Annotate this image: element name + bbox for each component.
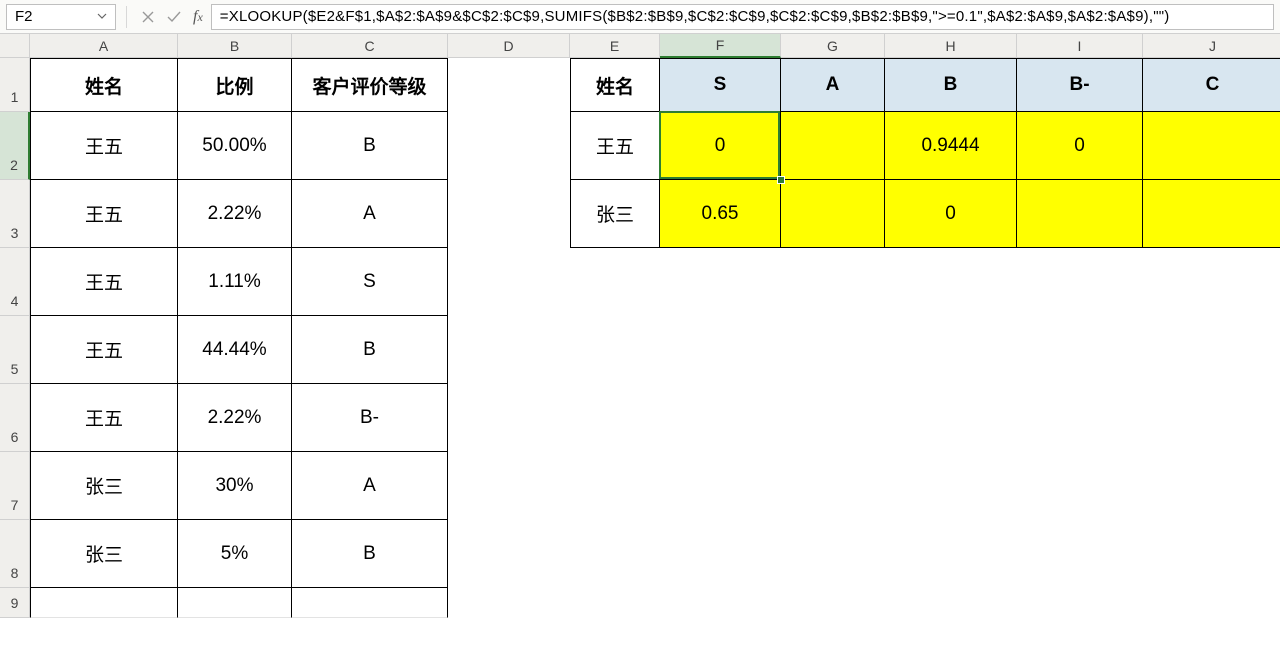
cell-B9[interactable] (178, 588, 292, 618)
cell-G2[interactable] (781, 112, 885, 180)
col-header-G[interactable]: G (781, 34, 885, 58)
cell-I3[interactable] (1017, 180, 1143, 248)
cell-H3[interactable]: 0 (885, 180, 1017, 248)
fx-icon[interactable]: fx (189, 8, 207, 26)
col-header-A[interactable]: A (30, 34, 178, 58)
row-header-9[interactable]: 9 (0, 588, 30, 618)
row-header-3[interactable]: 3 (0, 180, 30, 248)
cell-G3[interactable] (781, 180, 885, 248)
col-header-E[interactable]: E (570, 34, 660, 58)
cell-A7[interactable]: 张三 (30, 452, 178, 520)
spreadsheet-grid[interactable]: ABCDEFGHIJ 123456789 姓名比例客户评价等级王五50.00%B… (0, 34, 1280, 649)
col-header-D[interactable]: D (448, 34, 570, 58)
cell-C1[interactable]: 客户评价等级 (292, 58, 448, 112)
column-headers: ABCDEFGHIJ (30, 34, 1280, 58)
cell-B4[interactable]: 1.11% (178, 248, 292, 316)
cell-A2[interactable]: 王五 (30, 112, 178, 180)
cell-J1[interactable]: C (1143, 58, 1280, 112)
cell-E1[interactable]: 姓名 (570, 58, 660, 112)
cell-A1[interactable]: 姓名 (30, 58, 178, 112)
row-header-4[interactable]: 4 (0, 248, 30, 316)
cell-C4[interactable]: S (292, 248, 448, 316)
cell-J2[interactable] (1143, 112, 1280, 180)
cell-H2[interactable]: 0.9444 (885, 112, 1017, 180)
cancel-icon[interactable] (137, 6, 159, 28)
separator (126, 6, 127, 28)
row-header-5[interactable]: 5 (0, 316, 30, 384)
cell-H1[interactable]: B (885, 58, 1017, 112)
cell-A4[interactable]: 王五 (30, 248, 178, 316)
cell-C6[interactable]: B- (292, 384, 448, 452)
cell-E2[interactable]: 王五 (570, 112, 660, 180)
row-header-7[interactable]: 7 (0, 452, 30, 520)
name-box-value: F2 (15, 8, 33, 25)
col-header-H[interactable]: H (885, 34, 1017, 58)
cell-C7[interactable]: A (292, 452, 448, 520)
cell-C8[interactable]: B (292, 520, 448, 588)
cell-B8[interactable]: 5% (178, 520, 292, 588)
confirm-icon[interactable] (163, 6, 185, 28)
cell-F2[interactable]: 0 (660, 112, 781, 180)
cell-B6[interactable]: 2.22% (178, 384, 292, 452)
formula-bar: F2 fx =XLOOKUP($E2&F$1,$A$2:$A$9&$C$2:$C… (0, 0, 1280, 34)
select-all-corner[interactable] (0, 34, 30, 58)
row-header-8[interactable]: 8 (0, 520, 30, 588)
cell-A5[interactable]: 王五 (30, 316, 178, 384)
cell-C2[interactable]: B (292, 112, 448, 180)
cell-A9[interactable] (30, 588, 178, 618)
cell-G1[interactable]: A (781, 58, 885, 112)
formula-text: =XLOOKUP($E2&F$1,$A$2:$A$9&$C$2:$C$9,SUM… (220, 8, 1170, 25)
cell-J3[interactable] (1143, 180, 1280, 248)
cell-B7[interactable]: 30% (178, 452, 292, 520)
name-box[interactable]: F2 (6, 4, 116, 30)
cell-A8[interactable]: 张三 (30, 520, 178, 588)
cell-B3[interactable]: 2.22% (178, 180, 292, 248)
cell-B1[interactable]: 比例 (178, 58, 292, 112)
cell-E3[interactable]: 张三 (570, 180, 660, 248)
cell-A3[interactable]: 王五 (30, 180, 178, 248)
chevron-down-icon[interactable] (97, 8, 107, 25)
col-header-F[interactable]: F (660, 34, 781, 58)
cell-B2[interactable]: 50.00% (178, 112, 292, 180)
row-header-1[interactable]: 1 (0, 58, 30, 112)
cell-F3[interactable]: 0.65 (660, 180, 781, 248)
cell-C3[interactable]: A (292, 180, 448, 248)
col-header-C[interactable]: C (292, 34, 448, 58)
formula-input[interactable]: =XLOOKUP($E2&F$1,$A$2:$A$9&$C$2:$C$9,SUM… (211, 4, 1274, 30)
cell-I2[interactable]: 0 (1017, 112, 1143, 180)
col-header-B[interactable]: B (178, 34, 292, 58)
row-header-2[interactable]: 2 (0, 112, 30, 180)
cell-C5[interactable]: B (292, 316, 448, 384)
cell-I1[interactable]: B- (1017, 58, 1143, 112)
cell-F1[interactable]: S (660, 58, 781, 112)
cell-C9[interactable] (292, 588, 448, 618)
row-headers: 123456789 (0, 58, 30, 618)
col-header-I[interactable]: I (1017, 34, 1143, 58)
cell-B5[interactable]: 44.44% (178, 316, 292, 384)
row-header-6[interactable]: 6 (0, 384, 30, 452)
cell-A6[interactable]: 王五 (30, 384, 178, 452)
col-header-J[interactable]: J (1143, 34, 1280, 58)
